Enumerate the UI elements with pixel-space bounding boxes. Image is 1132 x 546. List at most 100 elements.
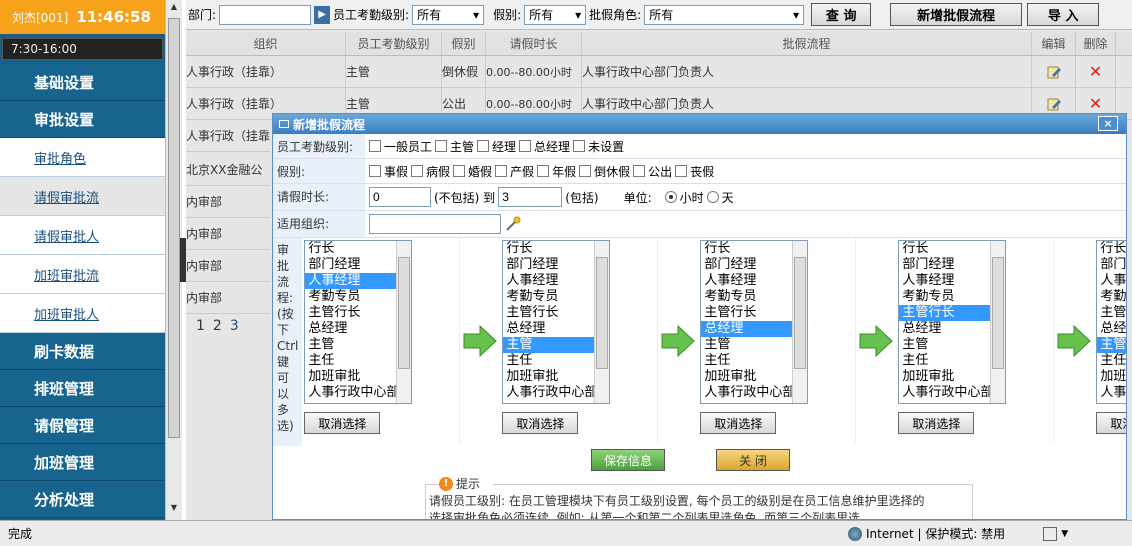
role-option[interactable]: 人事经理 [701,273,794,289]
menu-shift-management[interactable]: 排班管理 [0,370,165,407]
level-checkbox[interactable] [477,140,490,152]
role-option[interactable]: 加班审批 [1097,369,1126,385]
role-option[interactable]: 部门经理 [305,257,398,273]
listbox-scrollbar[interactable] [990,241,1006,403]
menu-leave-flow[interactable]: 请假审批流 [0,177,165,216]
role-option[interactable]: 部门经理 [899,257,992,273]
role-listbox[interactable]: 行长部门经理人事经理考勤专员主管行长总经理主管主任加班审批人事行政中心部 [502,240,611,404]
role-option[interactable]: 考勤专员 [701,289,794,305]
role-option[interactable]: 人事行政中心部 [1097,385,1126,401]
menu-analysis[interactable]: 分析处理 [0,481,165,518]
duration-from-input[interactable] [369,187,431,207]
page-link[interactable]: 1 [196,318,205,334]
role-option[interactable]: 行长 [701,241,794,257]
leave-select[interactable]: 所有 ▾ [524,4,587,25]
role-option[interactable]: 人事行政中心部 [899,385,992,401]
add-flow-button[interactable]: 新增批假流程 [890,3,1023,26]
role-option[interactable]: 人事经理 [1097,273,1126,289]
dialog-titlebar[interactable]: 新增批假流程 × [273,114,1126,134]
scrollbar-thumb[interactable] [168,18,180,438]
role-option[interactable]: 主任 [701,353,794,369]
scroll-up-icon[interactable]: ▲ [168,2,180,16]
menu-overtime-flow[interactable]: 加班审批流 [0,255,165,294]
leave-checkbox[interactable] [579,165,592,177]
role-option[interactable]: 考勤专员 [899,289,992,305]
menu-card-data[interactable]: 刷卡数据 [0,333,165,370]
role-option[interactable]: 加班审批 [701,369,794,385]
role-option[interactable]: 加班审批 [503,369,596,385]
scrollbar-thumb[interactable] [992,257,1005,369]
listbox-scrollbar[interactable] [594,241,610,403]
role-option[interactable]: 人事经理 [305,273,399,289]
role-option[interactable]: 主管 [899,337,992,353]
role-option[interactable]: 部门经理 [701,257,794,273]
save-button[interactable]: 保存信息 [591,449,665,471]
org-input[interactable] [369,214,501,234]
role-option[interactable]: 主管 [305,337,398,353]
role-listbox[interactable]: 行长部门经理人事经理考勤专员主管行长总经理主管主任加班审批人事行政中心部 [304,240,413,404]
role-option[interactable]: 主管 [503,337,597,353]
menu-basic-settings[interactable]: 基础设置 [0,64,165,101]
dept-picker-icon[interactable]: ▶ [314,5,331,24]
menu-approval-settings[interactable]: 审批设置 [0,101,165,138]
close-button[interactable]: 关 闭 [716,449,790,471]
scrollbar-thumb[interactable] [398,257,411,369]
scrollbar-thumb[interactable] [794,257,807,369]
close-icon[interactable]: × [1098,116,1118,131]
role-option[interactable]: 行长 [305,241,398,257]
delete-icon[interactable]: ✕ [1076,56,1116,87]
role-option[interactable]: 主管行长 [1097,305,1126,321]
role-option[interactable]: 主任 [1097,353,1126,369]
page-link-current[interactable]: 3 [230,318,239,334]
role-option[interactable]: 主管 [701,337,794,353]
role-option[interactable]: 人事经理 [503,273,596,289]
role-option[interactable]: 考勤专员 [503,289,596,305]
role-option[interactable]: 部门经理 [1097,257,1126,273]
level-checkbox[interactable] [369,140,381,152]
clear-selection-button[interactable]: 取消选择 [1096,412,1126,434]
unit-day-radio[interactable] [706,191,719,203]
scrollbar-thumb[interactable] [596,257,609,369]
level-select[interactable]: 所有 ▾ [412,4,485,25]
role-option[interactable]: 行长 [1097,241,1126,257]
menu-leave-approver[interactable]: 请假审批人 [0,216,165,255]
role-option[interactable]: 人事行政中心部 [503,385,596,401]
role-select[interactable]: 所有 ▾ [644,4,805,25]
role-listbox[interactable]: 行长部门经理人事经理考勤专员主管行长总经理主管主任加班审批人事行政中心部 [1096,240,1126,404]
role-option[interactable]: 主管行长 [899,305,993,321]
clear-selection-button[interactable]: 取消选择 [304,412,381,434]
role-option[interactable]: 主管行长 [305,305,398,321]
import-button[interactable]: 导 入 [1027,3,1100,26]
page-link[interactable]: 2 [213,318,222,334]
role-option[interactable]: 加班审批 [899,369,992,385]
role-option[interactable]: 考勤专员 [305,289,398,305]
level-checkbox[interactable] [573,140,586,152]
menu-overtime-approver[interactable]: 加班审批人 [0,294,165,333]
leave-checkbox[interactable] [369,165,381,177]
leave-checkbox[interactable] [537,165,550,177]
role-option[interactable]: 主管行长 [701,305,794,321]
zoom-icon[interactable] [1043,526,1058,541]
role-listbox[interactable]: 行长部门经理人事经理考勤专员主管行长总经理主管主任加班审批人事行政中心部 [898,240,1007,404]
role-option[interactable]: 总经理 [503,321,596,337]
level-checkbox[interactable] [519,140,532,152]
clear-selection-button[interactable]: 取消选择 [700,412,777,434]
role-option[interactable]: 总经理 [1097,321,1126,337]
role-option[interactable]: 总经理 [305,321,398,337]
leave-checkbox[interactable] [495,165,508,177]
role-option[interactable]: 主管 [1097,337,1126,353]
clear-selection-button[interactable]: 取消选择 [502,412,579,434]
leave-checkbox[interactable] [675,165,688,177]
role-option[interactable]: 主任 [899,353,992,369]
role-option[interactable]: 人事行政中心部 [305,385,398,401]
role-option[interactable]: 人事行政中心部 [701,385,794,401]
level-checkbox[interactable] [435,140,448,152]
role-option[interactable]: 人事经理 [899,273,992,289]
role-option[interactable]: 行长 [899,241,992,257]
scroll-down-icon[interactable]: ▼ [168,503,180,517]
menu-approval-role[interactable]: 审批角色 [0,138,165,177]
role-listbox[interactable]: 行长部门经理人事经理考勤专员主管行长总经理主管主任加班审批人事行政中心部 [700,240,809,404]
unit-hour-radio[interactable] [664,191,677,203]
leave-checkbox[interactable] [453,165,466,177]
leave-checkbox[interactable] [411,165,424,177]
